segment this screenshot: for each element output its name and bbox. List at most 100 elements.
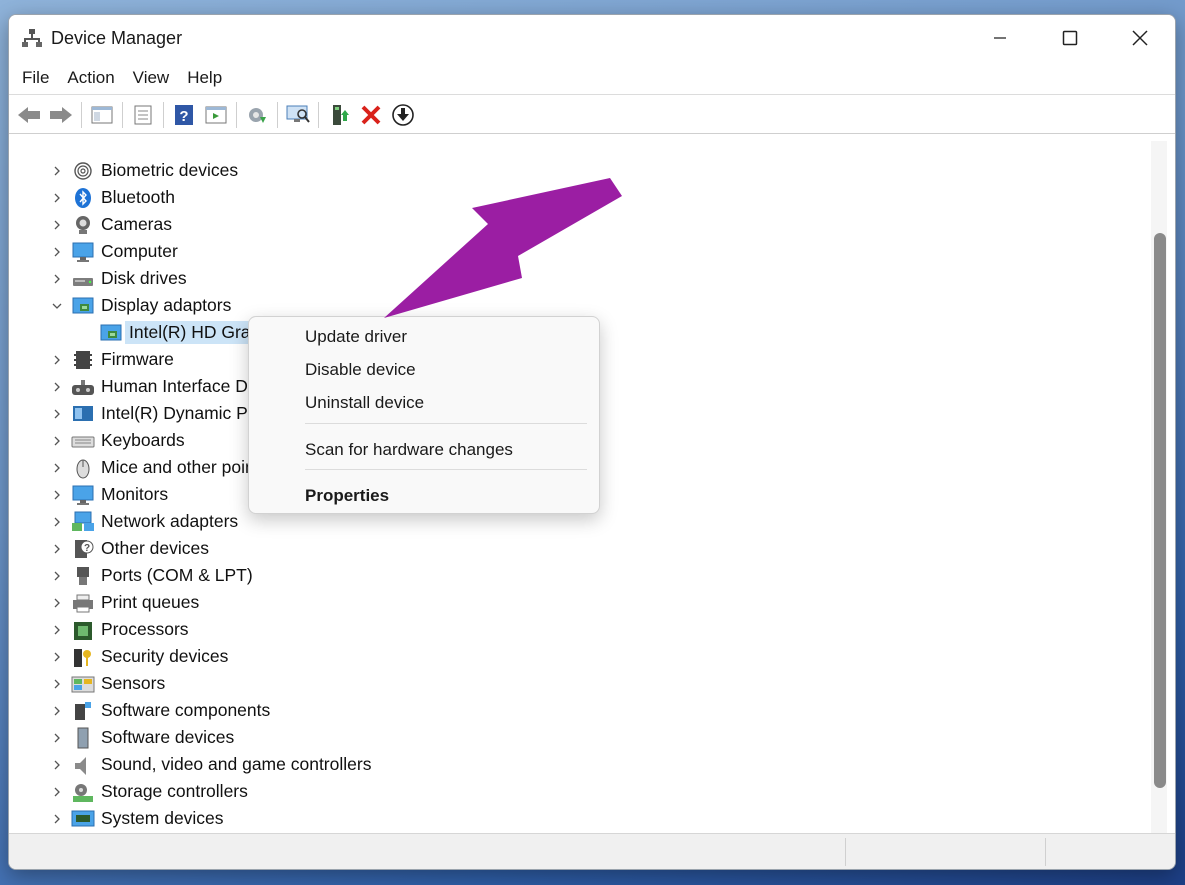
show-hide-console-tree-button[interactable] [86,100,118,130]
tree-category[interactable]: Ports (COM & LPT) [9,562,253,589]
toolbar-separator [163,101,164,128]
menu-help[interactable]: Help [178,64,231,92]
chevron-right-icon[interactable] [47,192,67,204]
tree-item-label: Processors [101,619,189,639]
back-button[interactable] [13,100,45,130]
action-pane-button[interactable] [200,100,232,130]
tree-item-label: Computer [101,241,178,261]
uninstall-device-menu-item[interactable]: Uninstall device [305,393,424,413]
chevron-right-icon[interactable] [47,246,67,258]
update-driver-button[interactable] [241,100,273,130]
tree-item-label: Monitors [101,484,169,504]
vertical-scrollbar[interactable] [1151,141,1167,835]
tree-category[interactable]: Software devices [9,724,234,751]
download-driver-button[interactable] [387,100,419,130]
close-icon [1132,30,1148,46]
uninstall-device-button[interactable] [355,100,387,130]
update-driver-menu-item[interactable]: Update driver [305,327,407,347]
toolbar-separator [277,101,278,128]
chevron-right-icon[interactable] [47,273,67,285]
tree-category[interactable]: Bluetooth [9,184,175,211]
hid-icon [71,376,95,398]
menu-file[interactable]: File [13,64,58,92]
tree-category[interactable]: System devices [9,805,224,832]
tree-category[interactable]: Monitors [9,481,168,508]
tree-item-label: Display adaptors [101,295,232,315]
scan-hardware-button[interactable] [282,100,314,130]
mouse-icon [71,457,95,479]
tree-category[interactable]: Keyboards [9,427,185,454]
tree-category[interactable]: Display adaptors [9,292,231,319]
tree-category[interactable]: Sound, video and game controllers [9,751,371,778]
tree-item-label: Network adapters [101,511,239,531]
chevron-right-icon[interactable] [47,462,67,474]
software-device-icon [71,727,95,749]
maximize-button[interactable] [1035,15,1105,61]
scan-hardware-menu-item[interactable]: Scan for hardware changes [305,440,513,460]
chevron-right-icon[interactable] [47,435,67,447]
tree-category[interactable]: Cameras [9,211,172,238]
chevron-right-icon[interactable] [47,489,67,501]
tree-item-label: Software components [101,700,271,720]
display-adapter-icon [99,322,123,344]
tree-category[interactable]: Firmware [9,346,174,373]
properties-icon [134,105,152,124]
tree-category[interactable]: Storage controllers [9,778,248,805]
chevron-right-icon[interactable] [47,813,67,825]
tree-item-label: Cameras [101,214,172,234]
chevron-right-icon[interactable] [47,759,67,771]
processor-icon [71,619,95,641]
menu-action[interactable]: Action [58,64,123,92]
chevron-right-icon[interactable] [47,786,67,798]
minimize-button[interactable] [965,15,1035,61]
forward-arrow-icon [50,106,72,123]
chevron-right-icon[interactable] [47,651,67,663]
chevron-right-icon[interactable] [47,678,67,690]
tree-category[interactable]: Security devices [9,643,228,670]
tree-category[interactable]: Print queues [9,589,199,616]
tree-item-label: Other devices [101,538,209,558]
tree-item-label: Firmware [101,349,174,369]
enable-device-button[interactable] [323,100,355,130]
tree-category[interactable]: Processors [9,616,189,643]
chevron-right-icon[interactable] [47,381,67,393]
fingerprint-icon [71,160,95,182]
maximize-icon [1062,30,1078,46]
scrollbar-thumb[interactable] [1154,233,1166,788]
chevron-right-icon[interactable] [47,165,67,177]
tree-item-label: Security devices [101,646,229,666]
window-title: Device Manager [51,27,183,48]
properties-button[interactable] [127,100,159,130]
chevron-right-icon[interactable] [47,543,67,555]
tree-item-label: Storage controllers [101,781,248,801]
tree-category[interactable]: Biometric devices [9,157,238,184]
chevron-right-icon[interactable] [47,705,67,717]
tree-item-label: Sensors [101,673,166,693]
help-button[interactable]: ? [168,100,200,130]
tree-category[interactable]: Computer [9,238,178,265]
tree-category[interactable]: Sensors [9,670,165,697]
menu-view[interactable]: View [124,64,179,92]
chevron-right-icon[interactable] [47,354,67,366]
title-bar[interactable]: Device Manager [9,15,1175,61]
speaker-icon [71,754,95,776]
disable-device-menu-item[interactable]: Disable device [305,360,416,380]
properties-menu-item[interactable]: Properties [305,486,389,506]
context-menu: Update driver Disable device Uninstall d… [248,316,600,514]
tree-category[interactable]: Software components [9,697,270,724]
chevron-right-icon[interactable] [47,624,67,636]
tree-category[interactable]: Disk drives [9,265,187,292]
chevron-right-icon[interactable] [47,570,67,582]
chevron-right-icon[interactable] [47,732,67,744]
tree-category[interactable]: ? Other devices [9,535,209,562]
chevron-right-icon[interactable] [47,597,67,609]
chevron-right-icon[interactable] [47,219,67,231]
tree-item-label: System devices [101,808,224,828]
tree-category[interactable]: Network adapters [9,508,238,535]
chevron-right-icon[interactable] [47,408,67,420]
system-device-icon [71,808,95,830]
forward-button[interactable] [45,100,77,130]
chevron-right-icon[interactable] [47,516,67,528]
chevron-down-icon[interactable] [47,300,67,312]
close-button[interactable] [1105,15,1175,61]
